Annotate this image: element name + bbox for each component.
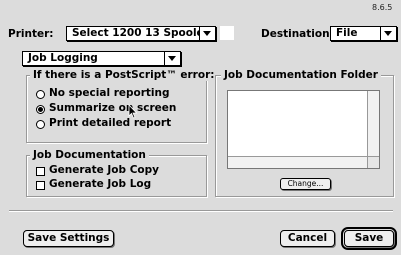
radio-print-detailed-report[interactable]: [36, 120, 45, 129]
radio-summarize-on-screen-label[interactable]: Summarize on screen: [49, 102, 176, 114]
chevron-down-icon: [380, 27, 396, 40]
print-dialog: 8.6.5 Printer: Select 1200 13 Spooler De…: [0, 0, 401, 255]
section-popup[interactable]: Job Logging: [22, 51, 181, 66]
checkbox-generate-job-copy-label[interactable]: Generate Job Copy: [49, 164, 159, 176]
radio-summarize-on-screen[interactable]: [36, 105, 45, 114]
destination-label: Destination:: [261, 28, 334, 40]
postscript-error-title: If there is a PostScript™ error:: [30, 69, 218, 81]
printer-popup[interactable]: Select 1200 13 Spooler: [66, 26, 216, 41]
save-settings-button[interactable]: Save Settings: [23, 230, 114, 247]
chevron-down-icon: [199, 27, 215, 40]
radio-no-special-reporting-label[interactable]: No special reporting: [49, 87, 170, 99]
job-documentation-group: [26, 155, 207, 197]
folder-list[interactable]: [227, 90, 380, 169]
cancel-button[interactable]: Cancel: [280, 230, 335, 247]
printer-value: Select 1200 13 Spooler: [72, 27, 209, 39]
job-documentation-folder-title: Job Documentation Folder: [221, 69, 381, 81]
chevron-down-icon: [164, 52, 180, 65]
printer-label: Printer:: [8, 28, 54, 40]
checkbox-generate-job-log[interactable]: [36, 181, 45, 190]
destination-popup[interactable]: File: [330, 26, 397, 41]
checkbox-generate-job-copy[interactable]: [36, 167, 45, 176]
scrollbar-corner: [367, 156, 379, 168]
checkbox-generate-job-log-label[interactable]: Generate Job Log: [49, 178, 151, 190]
destination-value: File: [336, 27, 358, 39]
save-button[interactable]: Save: [341, 227, 397, 250]
change-folder-button[interactable]: Change...: [280, 178, 331, 190]
version-label: 8.6.5: [372, 3, 393, 12]
section-value: Job Logging: [28, 52, 98, 64]
printer-spacer: [220, 26, 234, 40]
mouse-pointer-icon: [128, 104, 138, 119]
job-documentation-title: Job Documentation: [30, 149, 149, 161]
vertical-scrollbar[interactable]: [367, 91, 379, 157]
radio-print-detailed-report-label[interactable]: Print detailed report: [49, 117, 171, 129]
horizontal-scrollbar[interactable]: [228, 156, 368, 168]
footer-divider: [9, 210, 393, 211]
radio-no-special-reporting[interactable]: [36, 90, 45, 99]
